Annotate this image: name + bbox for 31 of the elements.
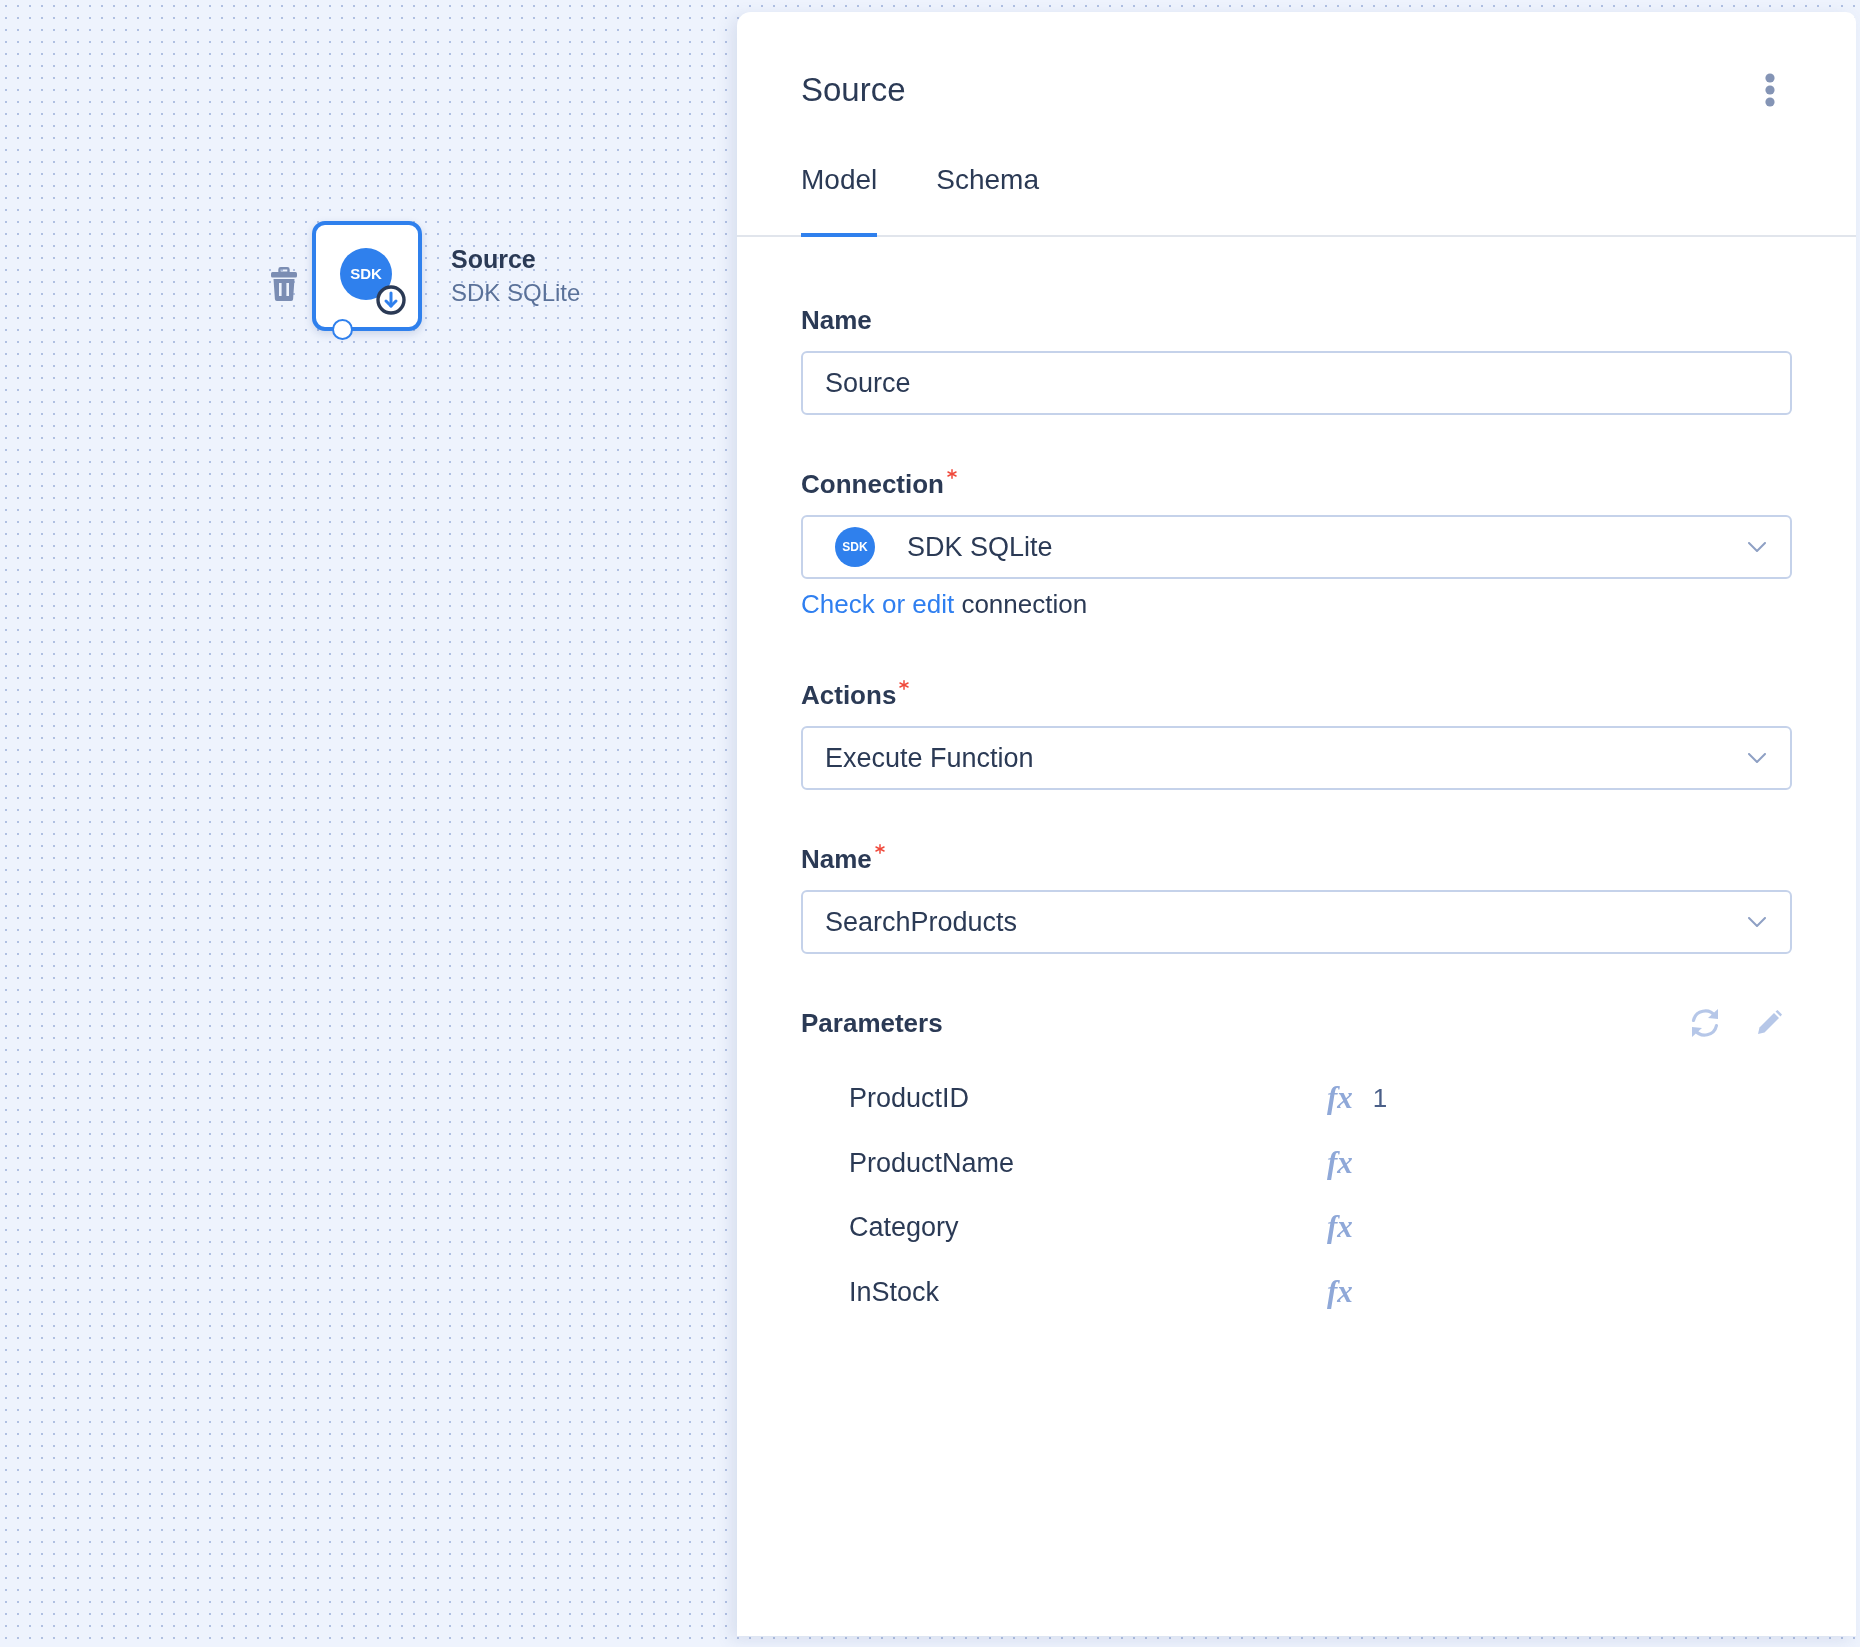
section-title: Parameters bbox=[801, 1007, 943, 1040]
connection-hint: Check or edit connection bbox=[801, 588, 1089, 621]
field-label: Name bbox=[801, 304, 872, 337]
download-badge-icon bbox=[376, 285, 406, 315]
chevron-down-icon[interactable] bbox=[1748, 917, 1766, 927]
parameter-name: ProductID bbox=[849, 1082, 971, 1116]
node-card[interactable]: SDK bbox=[312, 221, 422, 331]
dropdown-select[interactable]: SDK SDK SQLite bbox=[801, 515, 1792, 579]
field-label: Actions bbox=[801, 679, 897, 712]
sdk-logo: SDK bbox=[340, 248, 392, 300]
pencil-icon[interactable] bbox=[1756, 1010, 1782, 1036]
node-subtitle: SDK SQLite bbox=[451, 278, 581, 308]
panel-tab[interactable]: Schema bbox=[936, 150, 1039, 237]
parameter-name: InStock bbox=[849, 1275, 941, 1309]
chevron-down-icon[interactable] bbox=[1748, 753, 1766, 763]
more-options-icon[interactable] bbox=[1765, 73, 1775, 107]
panel-tab[interactable]: Model bbox=[801, 150, 878, 237]
parameter-name: Category bbox=[849, 1211, 960, 1245]
node-title: Source bbox=[451, 244, 537, 275]
text-input[interactable]: Source bbox=[801, 351, 1792, 415]
dropdown-select[interactable]: Execute Function bbox=[801, 726, 1792, 790]
parameter-value: 1 bbox=[1372, 1082, 1388, 1116]
sdk-logo: SDK bbox=[835, 527, 875, 567]
parameter-name: ProductName bbox=[849, 1146, 1016, 1180]
field-label: Name bbox=[801, 843, 872, 876]
chevron-down-icon[interactable] bbox=[1748, 542, 1766, 552]
dropdown-select[interactable]: SearchProducts bbox=[801, 890, 1792, 954]
check-or-edit-link[interactable]: Check or edit bbox=[801, 589, 955, 619]
field-label: Connection bbox=[801, 468, 944, 501]
trash-icon[interactable] bbox=[271, 267, 297, 301]
panel-title: Source bbox=[801, 70, 906, 110]
